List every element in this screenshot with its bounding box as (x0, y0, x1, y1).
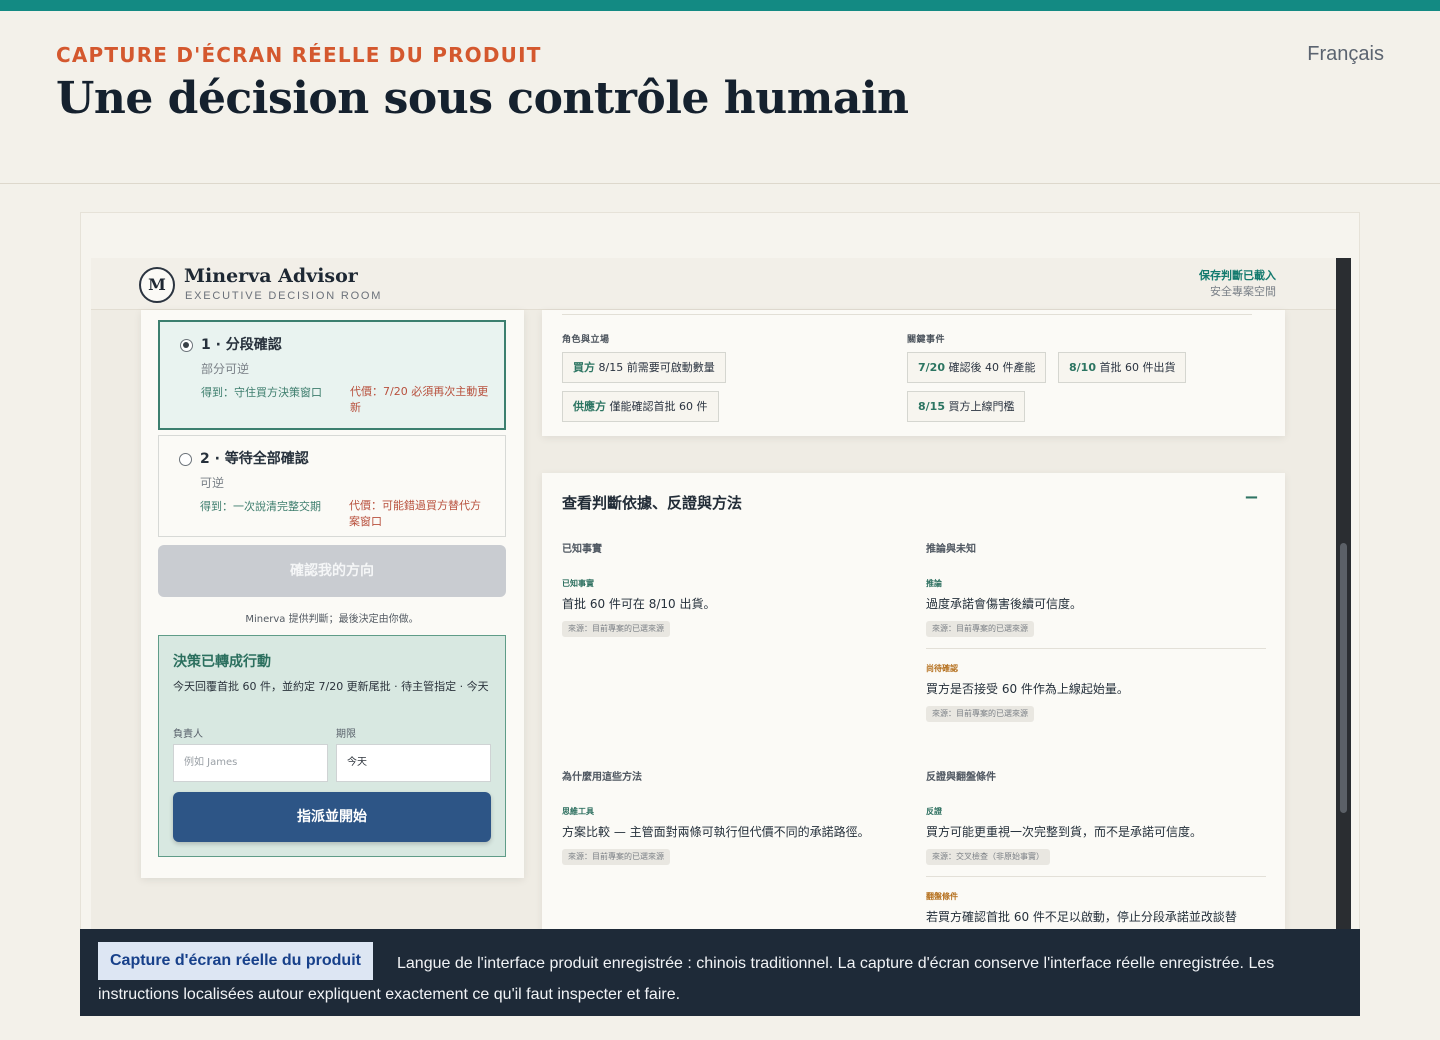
scrollbar-thumb[interactable] (1340, 543, 1347, 813)
deadline-input[interactable]: 今天 (336, 744, 491, 782)
known-tag: 已知事實 (562, 579, 594, 588)
pending-tag: 尚待確認 (926, 664, 958, 673)
owner-input[interactable]: 例如 James (173, 744, 328, 782)
owner-label: 負責人 (173, 729, 203, 740)
events-label: 關鍵事件 (907, 335, 946, 345)
assign-start-button[interactable]: 指派並開始 (173, 792, 491, 842)
option-gain: 得到：守住買方決策窗口 (201, 386, 322, 399)
inference-heading: 推論與未知 (926, 544, 976, 555)
brand-name: Minerva Advisor (184, 265, 358, 287)
screenshot-frame: M Minerva Advisor EXECUTIVE DECISION ROO… (80, 212, 1360, 1016)
flip-tag: 翻盤條件 (926, 892, 958, 901)
inference-tag: 推論 (926, 579, 942, 588)
known-fact: 首批 60 件可在 8/10 出貨。 (562, 597, 716, 611)
decision-panel: 1 · 分段確認 部分可逆 得到：守住買方決策窗口 代價：7/20 必須再次主動… (141, 310, 524, 878)
option-card-1[interactable]: 1 · 分段確認 部分可逆 得到：守住買方決策窗口 代價：7/20 必須再次主動… (158, 320, 506, 430)
roles-label: 角色與立場 (562, 335, 610, 345)
known-heading: 已知事實 (562, 544, 602, 555)
save-status-line: 保存判斷已載入 (1199, 269, 1276, 282)
event-chip: 7/20 確認後 40 件產能 (907, 352, 1047, 383)
scrollbar[interactable] (1336, 258, 1351, 1015)
source-badge: 來源：目前專案的已選來源 (926, 706, 1034, 722)
option-cost: 代價：7/20 必須再次主動更新 (350, 385, 489, 414)
page-title: Une décision sous contrôle humain (56, 73, 909, 124)
option-cost: 代價：可能錯過買方替代方案窗口 (349, 499, 481, 528)
workspace-status-line: 安全專案空間 (1210, 285, 1276, 298)
counter-fact: 買方可能更重視一次完整到貨，而不是承諾可信度。 (926, 825, 1203, 839)
page-header: CAPTURE D'ÉCRAN RÉELLE DU PRODUIT Une dé… (0, 11, 1440, 184)
pending-fact: 買方是否接受 60 件作為上線起始量。 (926, 682, 1129, 696)
context-card: 角色與立場 買方 8/15 前需要可啟動數量 供應方 僅能確認首批 60 件 關… (542, 310, 1285, 436)
confirm-direction-button[interactable]: 確認我的方向 (158, 545, 506, 597)
event-chip: 8/15 買方上線門檻 (907, 391, 1026, 422)
source-badge: 來源：目前專案的已選來源 (926, 621, 1034, 637)
radio-selected-icon[interactable] (180, 339, 193, 352)
source-badge: 來源：目前專案的已選來源 (562, 621, 670, 637)
deadline-label: 期限 (336, 729, 356, 740)
eyebrow-label: CAPTURE D'ÉCRAN RÉELLE DU PRODUIT (56, 43, 542, 67)
app-header: M Minerva Advisor EXECUTIVE DECISION ROO… (91, 258, 1336, 310)
option-title: 2 · 等待全部確認 (200, 451, 309, 467)
counter-tag: 反證 (926, 807, 942, 816)
method-tag: 思維工具 (562, 807, 594, 816)
caption-badge: Capture d'écran réelle du produit (98, 942, 373, 980)
radio-unselected-icon[interactable] (179, 453, 192, 466)
divider (926, 876, 1266, 877)
advisor-note: Minerva 提供判斷；最後決定由你做。 (245, 614, 419, 625)
divider (926, 648, 1266, 649)
option-title: 1 · 分段確認 (201, 337, 282, 353)
counter-heading: 反證與翻盤條件 (926, 772, 996, 783)
role-chip: 供應方 僅能確認首批 60 件 (562, 391, 719, 422)
method-fact: 方案比較 — 主管面對兩條可執行但代價不同的承諾路徑。 (562, 825, 870, 839)
save-status: 保存判斷已載入 安全專案空間 (1199, 268, 1276, 300)
event-chip: 8/10 首批 60 件出貨 (1058, 352, 1187, 383)
source-badge: 來源：目前專案的已選來源 (562, 849, 670, 865)
app-window: M Minerva Advisor EXECUTIVE DECISION ROO… (91, 258, 1351, 1015)
logo-icon: M (139, 267, 175, 303)
method-heading: 為什麼用這些方法 (562, 772, 642, 783)
option-gain: 得到：一次說清完整交期 (200, 500, 321, 513)
collapse-icon[interactable]: − (1244, 487, 1259, 508)
language-selector[interactable]: Français (1307, 43, 1384, 66)
action-description: 今天回覆首批 60 件，並約定 7/20 更新尾批 · 待主管指定 · 今天 (173, 680, 489, 693)
role-chip: 買方 8/15 前需要可啟動數量 (562, 352, 726, 383)
divider (562, 314, 1252, 315)
top-accent-bar (0, 0, 1440, 11)
inference-fact: 過度承諾會傷害後續可信度。 (926, 597, 1083, 611)
brand-subtitle: EXECUTIVE DECISION ROOM (185, 290, 383, 302)
evidence-title[interactable]: 查看判斷依據、反證與方法 (562, 492, 742, 513)
source-badge: 來源：交叉檢查（非原始事實） (926, 849, 1050, 865)
flip-fact: 若買方確認首批 60 件不足以啟動，停止分段承諾並改談替 (926, 910, 1237, 924)
option-card-2[interactable]: 2 · 等待全部確認 可逆 得到：一次說清完整交期 代價：可能錯過買方替代方案窗… (158, 435, 506, 537)
option-subtitle: 可逆 (200, 476, 225, 490)
action-heading: 決策已轉成行動 (173, 654, 271, 670)
action-panel: 決策已轉成行動 今天回覆首批 60 件，並約定 7/20 更新尾批 · 待主管指… (158, 635, 506, 857)
caption-bar: Langue de l'interface produit enregistré… (80, 929, 1360, 1016)
option-subtitle: 部分可逆 (201, 362, 250, 376)
